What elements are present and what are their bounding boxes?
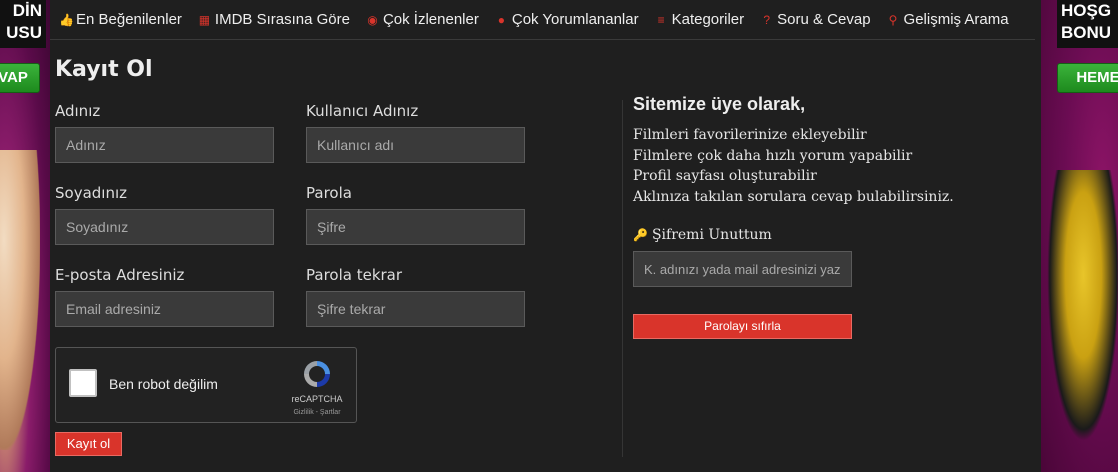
- ad-banner-button[interactable]: HEME: [1057, 63, 1118, 93]
- forgot-password-heading: 🔑 Şifremi Unuttum: [633, 227, 772, 243]
- forgot-password-title: Şifremi Unuttum: [651, 227, 772, 243]
- email-label: E-posta Adresiniz: [55, 266, 185, 284]
- nav-item-most-watched[interactable]: ◉ Çok İzlenenler: [366, 11, 479, 28]
- password-repeat-input[interactable]: [306, 291, 525, 327]
- thumbs-up-icon: 👍: [59, 12, 74, 27]
- email-input[interactable]: [55, 291, 274, 327]
- column-divider: [622, 100, 623, 457]
- recaptcha-checkbox[interactable]: [69, 369, 97, 397]
- list-item: Profil sayfası oluşturabilir: [633, 168, 817, 184]
- surname-label: Soyadınız: [55, 184, 128, 202]
- page: DİN USU VAP 👍 En Beğenilenler ▦ IMDB Sır…: [0, 0, 1118, 472]
- recaptcha-widget: Ben robot değilim reCAPTCHA Gizlilik - Ş…: [55, 347, 357, 423]
- right-ad-banner[interactable]: HOŞG BONU HEME: [1041, 0, 1118, 472]
- password-label: Parola: [306, 184, 352, 202]
- comments-icon: ●: [497, 12, 505, 27]
- key-icon: 🔑: [633, 228, 648, 242]
- film-icon: ▦: [198, 12, 211, 27]
- nav-item-qa[interactable]: ? Soru & Cevap: [760, 11, 870, 28]
- recaptcha-terms-link[interactable]: Gizlilik - Şartlar: [284, 409, 350, 416]
- register-button[interactable]: Kayıt ol: [55, 432, 122, 456]
- name-label: Adınız: [55, 102, 101, 120]
- nav-label: Kategoriler: [671, 11, 745, 28]
- nav-label: Çok Yorumlananlar: [511, 11, 639, 28]
- nav-item-most-commented[interactable]: ● Çok Yorumlananlar: [495, 11, 639, 28]
- benefits-list: Filmleri favorilerinize ekleyebilir Film…: [633, 125, 954, 207]
- nav-label: En Beğenilenler: [76, 11, 182, 28]
- eye-icon: ◉: [367, 12, 378, 27]
- nav-item-most-liked[interactable]: 👍 En Beğenilenler: [59, 11, 182, 28]
- nav-item-imdb-order[interactable]: ▦ IMDB Sırasına Göre: [198, 11, 350, 28]
- top-navigation: 👍 En Beğenilenler ▦ IMDB Sırasına Göre ◉…: [50, 0, 1035, 40]
- recaptcha-label: Ben robot değilim: [109, 376, 218, 392]
- reset-password-button[interactable]: Parolayı sıfırla: [633, 314, 852, 339]
- nav-label: Gelişmiş Arama: [903, 11, 1009, 28]
- ad-figure-image: [0, 150, 40, 450]
- page-title: Kayıt Ol: [55, 57, 153, 82]
- ad-banner-button[interactable]: VAP: [0, 63, 40, 93]
- main-content: 👍 En Beğenilenler ▦ IMDB Sırasına Göre ◉…: [50, 0, 1041, 472]
- recaptcha-logo-icon: [304, 361, 330, 387]
- name-input[interactable]: [55, 127, 274, 163]
- password-input[interactable]: [306, 209, 525, 245]
- nav-label: Çok İzlenenler: [382, 11, 479, 28]
- forgot-password-input[interactable]: [633, 251, 852, 287]
- nav-label: Soru & Cevap: [777, 11, 871, 28]
- list-item: Filmleri favorilerinize ekleyebilir: [633, 127, 867, 143]
- question-icon: ?: [763, 12, 770, 27]
- list-icon: ≡: [657, 12, 665, 27]
- recaptcha-brand: reCAPTCHA: [291, 394, 343, 404]
- list-item: Filmlere çok daha hızlı yorum yapabilir: [633, 147, 913, 164]
- list-item: Aklınıza takılan sorulara cevap bulabili…: [633, 188, 954, 205]
- nav-item-advanced-search[interactable]: ⚲ Gelişmiş Arama: [887, 11, 1009, 28]
- password-repeat-label: Parola tekrar: [306, 266, 403, 284]
- search-icon: ⚲: [888, 12, 898, 27]
- username-label: Kullanıcı Adınız: [306, 102, 419, 120]
- ad-banner-title: HOŞG BONU: [1057, 0, 1118, 48]
- left-ad-banner[interactable]: DİN USU VAP: [0, 0, 50, 472]
- surname-input[interactable]: [55, 209, 274, 245]
- nav-label: IMDB Sırasına Göre: [214, 11, 350, 28]
- ad-figure-image: [1041, 170, 1118, 470]
- username-input[interactable]: [306, 127, 525, 163]
- info-title: Sitemize üye olarak,: [633, 94, 806, 114]
- ad-banner-title: DİN USU: [0, 0, 46, 48]
- nav-item-categories[interactable]: ≡ Kategoriler: [655, 11, 745, 28]
